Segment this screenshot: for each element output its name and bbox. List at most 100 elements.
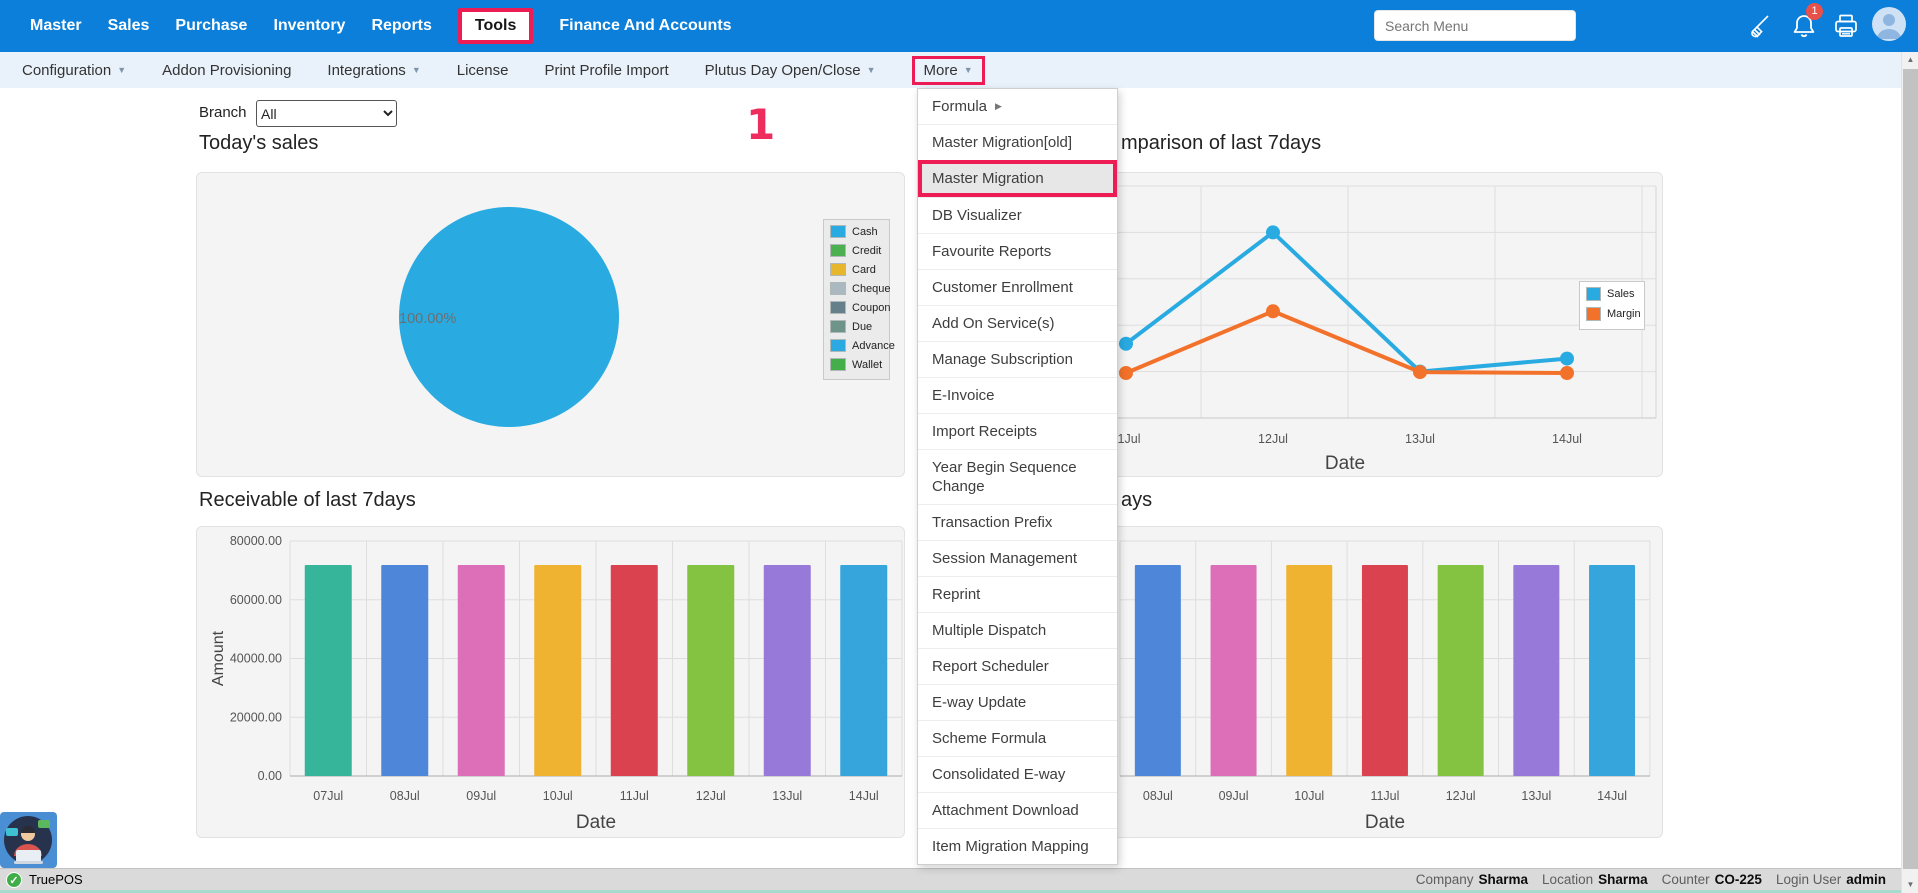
top-nav-item-reports[interactable]: Reports (371, 17, 431, 35)
paint-brush-icon[interactable] (1744, 12, 1772, 40)
menu-item-master-migration-old[interactable]: Master Migration[old] (918, 124, 1117, 160)
receivable-chart-card: 0.0020000.0040000.0060000.0080000.0007Ju… (196, 526, 905, 838)
sub-nav-item-label: Addon Provisioning (162, 62, 291, 79)
menu-item-label: Item Migration Mapping (932, 837, 1089, 856)
top-nav-item-master[interactable]: Master (30, 17, 82, 35)
menu-item-label: Add On Service(s) (932, 314, 1055, 333)
menu-item-attachment-download[interactable]: Attachment Download (918, 792, 1117, 828)
menu-item-label: Customer Enrollment (932, 278, 1073, 297)
top-nav-item-tools[interactable]: Tools (458, 8, 533, 44)
status-value: Sharma (1479, 872, 1529, 887)
menu-item-session-management[interactable]: Session Management (918, 540, 1117, 576)
svg-text:12Jul: 12Jul (696, 789, 726, 803)
legend-swatch (830, 263, 846, 276)
printer-icon[interactable] (1832, 12, 1860, 40)
menu-item-year-begin-sequence-change[interactable]: Year Begin Sequence Change (918, 449, 1117, 504)
more-dropdown-menu: Formula▶ Master Migration[old] Master Migr… (917, 88, 1118, 865)
menu-item-customer-enrollment[interactable]: Customer Enrollment (918, 269, 1117, 305)
right-bar-chart-title: ays (1121, 489, 1152, 512)
status-bar-info: CompanySharmaLocationSharmaCounterCO-225… (1416, 872, 1886, 887)
chevron-down-icon: ▼ (412, 65, 421, 75)
svg-text:07Jul: 07Jul (313, 789, 343, 803)
menu-item-add-on-service-s[interactable]: Add On Service(s) (918, 305, 1117, 341)
top-nav-items: Master Sales Purchase Inventory Reports Tools… (30, 8, 732, 44)
svg-text:10Jul: 10Jul (1294, 789, 1324, 803)
svg-text:09Jul: 09Jul (1219, 789, 1249, 803)
sub-nav-item-addon-provisioning[interactable]: Addon Provisioning (162, 62, 291, 79)
sub-nav-item-more[interactable]: More▼ (912, 56, 985, 85)
svg-text:0.00: 0.00 (258, 769, 282, 783)
menu-item-favourite-reports[interactable]: Favourite Reports (918, 233, 1117, 269)
scroll-down-arrow[interactable]: ▼ (1902, 877, 1918, 893)
menu-item-master-migration[interactable]: Master Migration (918, 160, 1117, 197)
legend-entry-wallet: Wallet (830, 358, 885, 371)
menu-item-scheme-formula[interactable]: Scheme Formula (918, 720, 1117, 756)
legend-swatch (830, 320, 846, 333)
scroll-up-arrow[interactable]: ▲ (1902, 52, 1918, 68)
status-label: Login User (1776, 872, 1841, 887)
menu-item-multiple-dispatch[interactable]: Multiple Dispatch (918, 612, 1117, 648)
sub-nav-bar: Configuration▼ Addon Provisioning Integrat… (0, 52, 1918, 88)
menu-item-label: E-way Update (932, 693, 1026, 712)
vertical-scrollbar[interactable]: ▲ ▼ (1901, 52, 1918, 893)
menu-item-report-scheduler[interactable]: Report Scheduler (918, 648, 1117, 684)
status-label: Company (1416, 872, 1474, 887)
svg-text:11Jul: 11Jul (620, 789, 649, 803)
svg-text:11Jul: 11Jul (1370, 789, 1399, 803)
legend-label: Margin (1607, 308, 1641, 320)
top-nav-bar: Master Sales Purchase Inventory Reports Tools… (0, 0, 1918, 52)
submenu-arrow-icon: ▶ (995, 97, 1002, 116)
menu-item-import-receipts[interactable]: Import Receipts (918, 413, 1117, 449)
user-avatar-icon[interactable] (1872, 7, 1906, 41)
scrollbar-thumb[interactable] (1903, 69, 1918, 869)
top-nav-item-sales[interactable]: Sales (108, 17, 150, 35)
legend-swatch (830, 225, 846, 238)
legend-label: Wallet (852, 359, 882, 371)
menu-item-db-visualizer[interactable]: DB Visualizer (918, 197, 1117, 233)
svg-text:12Jul: 12Jul (1258, 432, 1288, 446)
svg-text:Date: Date (1325, 453, 1365, 474)
top-nav-item-purchase[interactable]: Purchase (175, 17, 247, 35)
branch-select[interactable]: All (256, 100, 397, 127)
menu-item-transaction-prefix[interactable]: Transaction Prefix (918, 504, 1117, 540)
status-value: Sharma (1598, 872, 1648, 887)
menu-item-consolidated-e-way[interactable]: Consolidated E-way (918, 756, 1117, 792)
legend-label: Cash (852, 226, 878, 238)
check-icon: ✓ (6, 872, 22, 888)
sub-nav-item-license[interactable]: License (457, 62, 509, 79)
pie-chart-title: Today's sales (199, 132, 318, 155)
top-nav-item-finance-and-accounts[interactable]: Finance And Accounts (559, 17, 731, 35)
sub-nav-item-plutus-day-open-close[interactable]: Plutus Day Open/Close▼ (705, 62, 876, 79)
legend-label: Card (852, 264, 876, 276)
sub-nav-item-label: More (924, 62, 958, 79)
legend-label: Credit (852, 245, 881, 257)
avatar-person-glyph (1872, 7, 1906, 41)
menu-item-e-invoice[interactable]: E-Invoice (918, 377, 1117, 413)
menu-item-label: Master Migration (932, 169, 1044, 188)
status-company: Company Sharma (1416, 872, 1528, 887)
sub-nav-item-configuration[interactable]: Configuration▼ (22, 62, 126, 79)
menu-item-reprint[interactable]: Reprint (918, 576, 1117, 612)
menu-item-e-way-update[interactable]: E-way Update (918, 684, 1117, 720)
menu-item-formula[interactable]: Formula▶ (918, 89, 1117, 124)
legend-swatch (830, 339, 846, 352)
menu-item-label: Scheme Formula (932, 729, 1046, 748)
sub-nav-item-integrations[interactable]: Integrations▼ (327, 62, 420, 79)
sub-nav-item-print-profile-import[interactable]: Print Profile Import (544, 62, 668, 79)
menu-item-item-migration-mapping[interactable]: Item Migration Mapping (918, 828, 1117, 864)
legend-label: Cheque (852, 283, 891, 295)
svg-text:09Jul: 09Jul (466, 789, 496, 803)
svg-text:13Jul: 13Jul (772, 789, 802, 803)
search-input[interactable] (1374, 10, 1576, 41)
menu-item-label: Master Migration[old] (932, 133, 1072, 152)
menu-item-label: Transaction Prefix (932, 513, 1052, 532)
support-chat-mascot-logo[interactable] (0, 812, 57, 868)
branch-label: Branch (199, 104, 247, 121)
top-nav-item-inventory[interactable]: Inventory (273, 17, 345, 35)
menu-item-manage-subscription[interactable]: Manage Subscription (918, 341, 1117, 377)
status-label: Location (1542, 872, 1593, 887)
legend-entry-advance: Advance (830, 339, 885, 352)
line-chart: 11Jul12Jul13Jul14JulDate (1023, 173, 1662, 476)
menu-item-label: Manage Subscription (932, 350, 1073, 369)
status-label: Counter (1662, 872, 1710, 887)
